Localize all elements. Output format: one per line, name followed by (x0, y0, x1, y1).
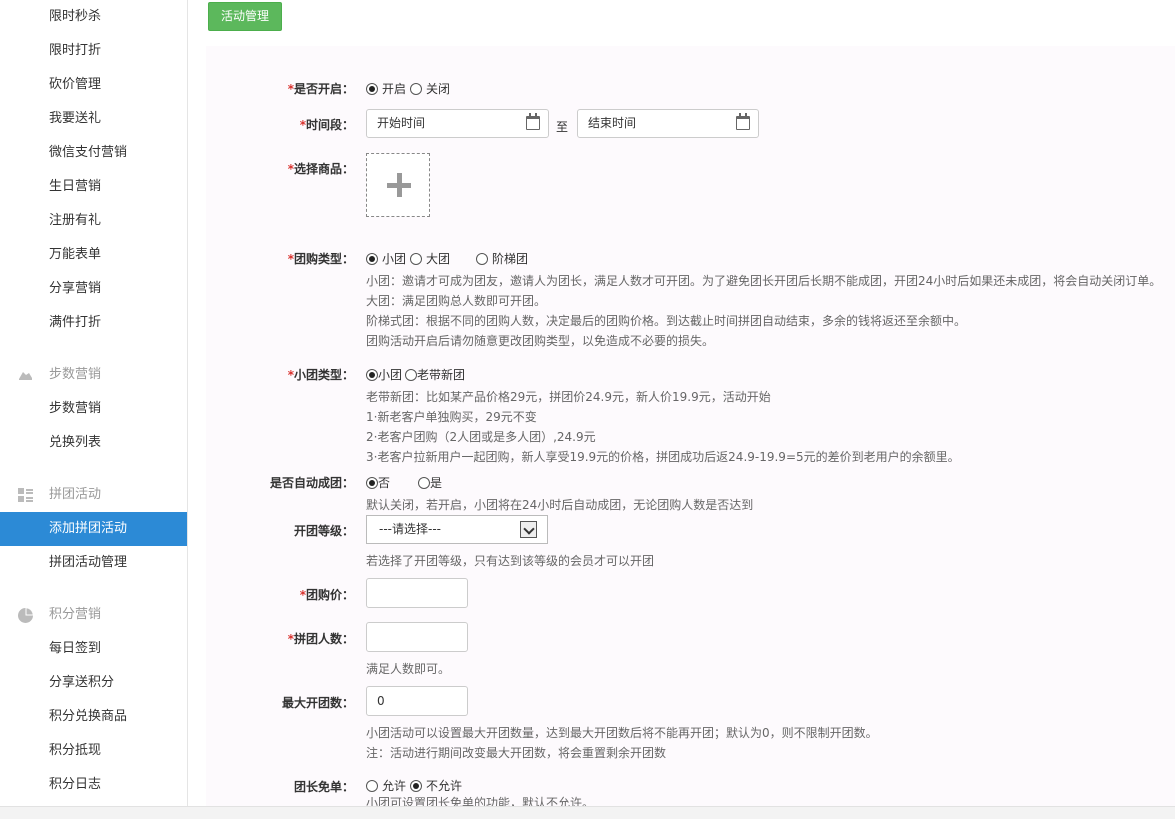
group-type-help-3: 阶梯式团：根据不同的团购人数，决定最后的团购价格。到达截止时间拼团自动结束，多余… (366, 314, 967, 328)
auto-group-yes-radio[interactable] (418, 477, 431, 489)
group-type-tiered-radio[interactable] (476, 253, 489, 265)
leader-free-allow-radio[interactable] (366, 780, 378, 792)
price-input[interactable] (366, 578, 468, 608)
group-type-help-2: 大团：满足团购总人数即可开团。 (366, 294, 547, 308)
small-type-label: *小团类型： (287, 368, 354, 382)
members-help: 满足人数即可。 (366, 662, 451, 676)
sidebar-item-flash-sale[interactable]: 限时秒杀 (0, 0, 187, 34)
level-select[interactable]: ---请选择--- (366, 515, 548, 544)
form-panel: *是否开启： 开启 关闭 *时间段： 开始时间 至 结束时间 *选择商品： *团购… (206, 46, 1175, 810)
small-type-help-2: 1·新老客户单独购买，29元不变 (366, 410, 537, 424)
group-type-small-radio[interactable] (366, 253, 378, 265)
sidebar-item-exchange-list[interactable]: 兑换列表 (0, 426, 187, 460)
group-type-help-4: 团购活动开启后请勿随意更改团购类型，以免造成不必要的损失。 (366, 334, 715, 348)
sidebar-item-register-gift[interactable]: 注册有礼 (0, 204, 187, 238)
sidebar-group-step: 步数营销 (0, 358, 187, 392)
auto-group-help: 默认关闭，若开启，小团将在24小时后自动成团，无论团购人数是否达到 (366, 498, 754, 512)
max-groups-help-1: 小团活动可以设置最大开团数量，达到最大开团数后将不能再开团；默认为0，则不限制开… (366, 726, 878, 740)
period-label: *时间段： (299, 118, 354, 132)
sidebar-item-share-points[interactable]: 分享送积分 (0, 666, 187, 700)
grid-icon (18, 488, 33, 502)
calendar-icon[interactable] (526, 113, 540, 130)
sidebar-item-wechat-pay[interactable]: 微信支付营销 (0, 136, 187, 170)
activity-manage-button[interactable]: 活动管理 (208, 2, 282, 31)
auto-group-radio-group: 否是 (366, 474, 442, 491)
group-type-radio-group: 小团 大团 阶梯团 (366, 250, 532, 267)
auto-group-label: 是否自动成团： (269, 476, 354, 490)
enabled-on-radio[interactable] (366, 83, 378, 95)
small-type-help-3: 2·老客户团购（2人团或是多人团）,24.9元 (366, 430, 596, 444)
sidebar-group-points: 积分营销 (0, 598, 187, 632)
sidebar-item-group-buy-manage[interactable]: 拼团活动管理 (0, 546, 187, 580)
sidebar-item-points-log[interactable]: 积分日志 (0, 768, 187, 802)
group-type-help-1: 小团：邀请才可成为团友，邀请人为团长，满足人数才可开团。为了避免团长开团后长期不… (366, 274, 1162, 288)
sidebar-item-points-exchange[interactable]: 积分兑换商品 (0, 700, 187, 734)
max-groups-label: 最大开团数： (281, 696, 354, 710)
sidebar: 限时秒杀 限时打折 砍价管理 我要送礼 微信支付营销 生日营销 注册有礼 万能表… (0, 0, 188, 806)
small-type-old-new-radio[interactable] (405, 369, 418, 381)
sidebar-group-label: 拼团活动 (49, 487, 102, 502)
sidebar-item-multi-discount[interactable]: 满件打折 (0, 306, 187, 340)
leader-free-label: 团长免单： (293, 780, 354, 794)
sidebar-item-gift[interactable]: 我要送礼 (0, 102, 187, 136)
small-type-help-4: 3·老客户拉新用户一起团购，新人享受19.9元的价格，拼团成功后返24.9-19… (366, 450, 960, 464)
enabled-off-radio[interactable] (410, 83, 423, 95)
shoe-icon (19, 372, 32, 380)
small-type-radio-group: 小团 老带新团 (366, 366, 465, 383)
sidebar-item-step[interactable]: 步数营销 (0, 392, 187, 426)
calendar-icon[interactable] (736, 113, 750, 130)
sidebar-item-form[interactable]: 万能表单 (0, 238, 187, 272)
horizontal-scrollbar[interactable] (0, 806, 1175, 819)
level-help: 若选择了开团等级，只有达到该等级的会员才可以开团 (366, 554, 655, 568)
members-input[interactable] (366, 622, 468, 652)
main-content: 活动管理 *是否开启： 开启 关闭 *时间段： 开始时间 至 结束时间 *选择商品… (188, 0, 1175, 810)
leader-free-deny-radio[interactable] (410, 780, 423, 792)
chevron-down-icon (520, 521, 537, 538)
sidebar-group-label: 积分营销 (49, 607, 102, 622)
level-label: 开团等级： (293, 524, 354, 538)
enabled-label: *是否开启： (287, 82, 354, 96)
sidebar-item-bargain[interactable]: 砍价管理 (0, 68, 187, 102)
leader-free-radio-group: 允许 不允许 (366, 777, 466, 794)
max-groups-help-2: 注：活动进行期间改变最大开团数，将会重置剩余开团数 (366, 746, 667, 760)
group-type-big-radio[interactable] (410, 253, 423, 265)
members-label: *拼团人数： (287, 632, 354, 646)
auto-group-no-radio[interactable] (366, 477, 378, 489)
sidebar-item-points-cash[interactable]: 积分抵现 (0, 734, 187, 768)
price-label: *团购价： (299, 588, 354, 602)
enabled-radio-group: 开启 关闭 (366, 80, 454, 97)
sidebar-group-pin: 拼团活动 (0, 478, 187, 512)
add-product-button[interactable] (366, 153, 430, 217)
sidebar-item-add-group-buy[interactable]: 添加拼团活动 (0, 512, 187, 546)
max-groups-input[interactable]: 0 (366, 686, 468, 716)
sidebar-group-label: 步数营销 (49, 367, 102, 382)
sidebar-item-share[interactable]: 分享营销 (0, 272, 187, 306)
product-label: *选择商品： (287, 162, 354, 176)
group-type-label: *团购类型： (287, 252, 354, 266)
small-type-help-1: 老带新团：比如某产品价格29元，拼团价24.9元，新人价19.9元，活动开始 (366, 390, 771, 404)
sidebar-item-timed-discount[interactable]: 限时打折 (0, 34, 187, 68)
sidebar-item-daily-checkin[interactable]: 每日签到 (0, 632, 187, 666)
start-time-input[interactable]: 开始时间 (366, 109, 549, 138)
end-time-input[interactable]: 结束时间 (577, 109, 759, 138)
pie-chart-icon (18, 608, 33, 623)
sidebar-item-birthday[interactable]: 生日营销 (0, 170, 187, 204)
small-type-small-radio[interactable] (366, 369, 378, 381)
period-separator: 至 (556, 120, 569, 134)
